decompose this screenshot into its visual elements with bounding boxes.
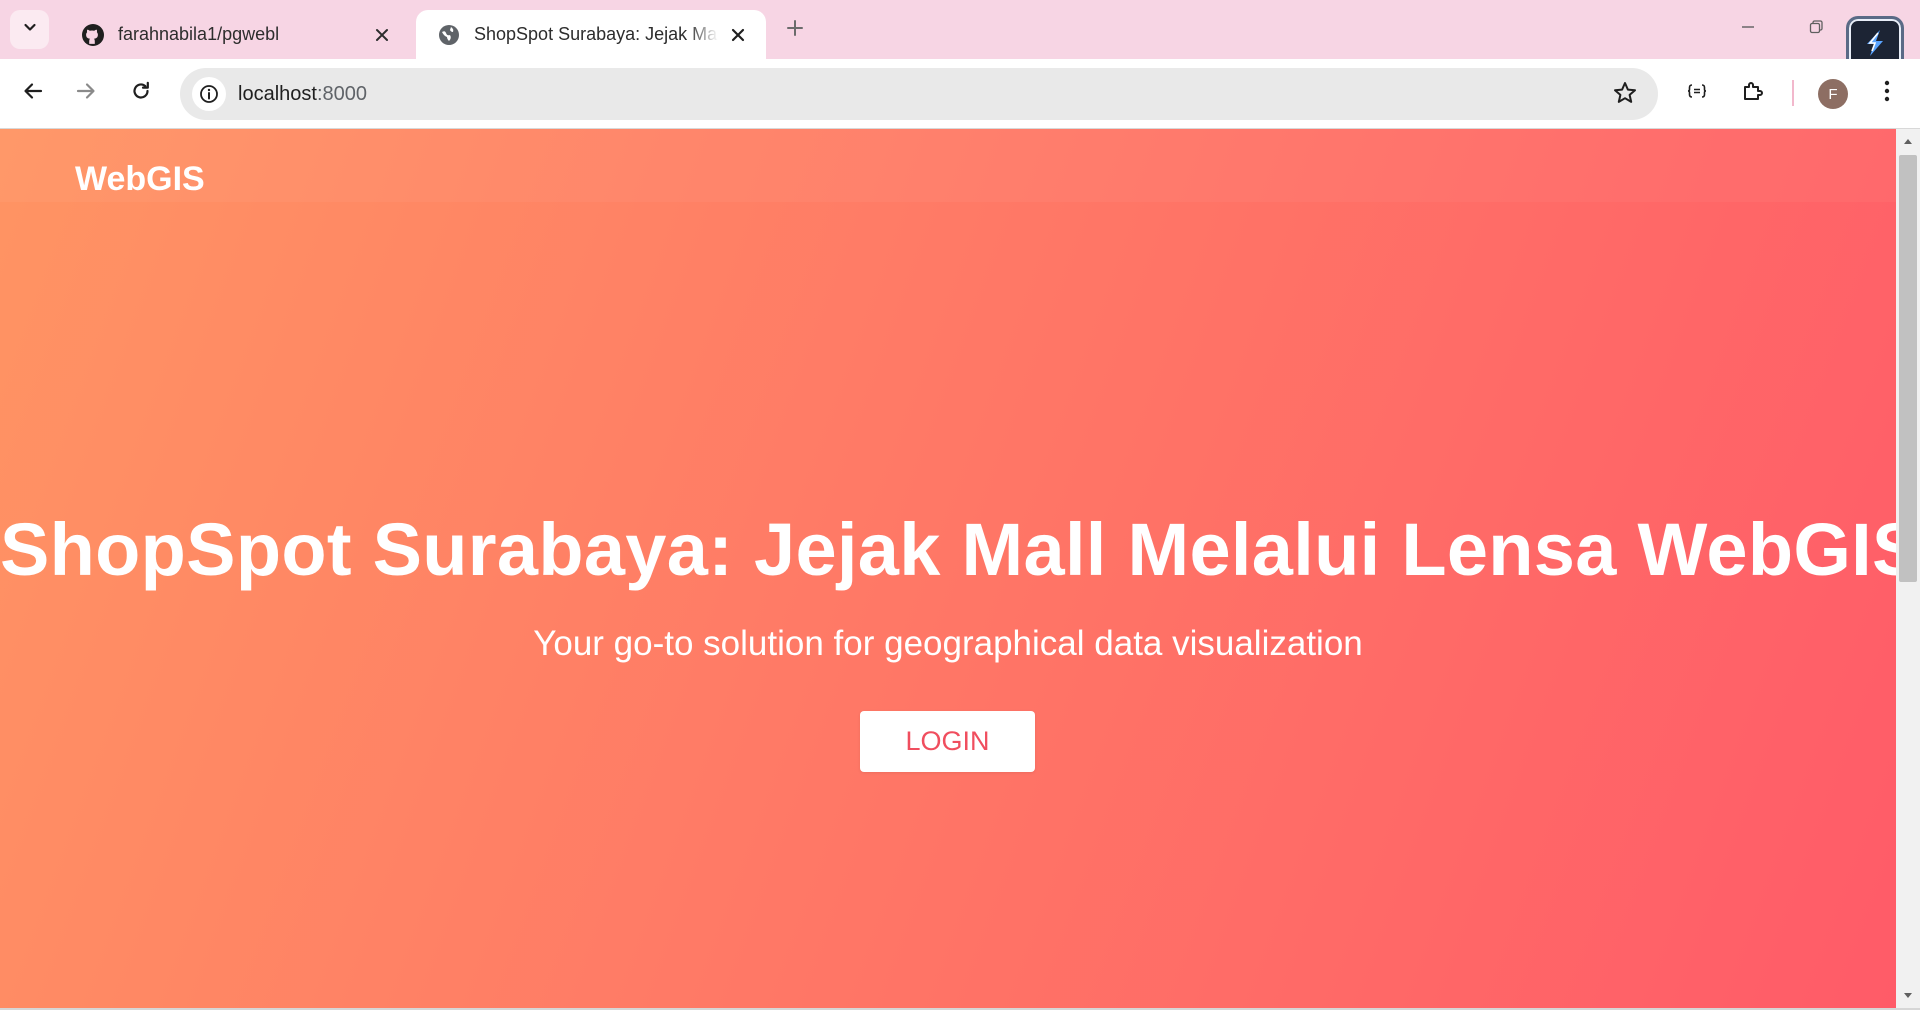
json-viewer-extension-button[interactable] [1676, 72, 1718, 114]
scroll-up-arrow-icon[interactable] [1896, 133, 1920, 149]
url-port: :8000 [316, 82, 367, 105]
new-tab-button[interactable] [780, 15, 810, 45]
scroll-down-arrow-icon[interactable] [1896, 988, 1920, 1004]
bookmark-star-icon[interactable] [1612, 80, 1638, 111]
url-host: localhost [238, 82, 317, 105]
tab-search-button[interactable] [10, 10, 49, 49]
restore-button[interactable] [1798, 14, 1834, 44]
extensions-button[interactable] [1732, 72, 1774, 114]
globe-icon [436, 22, 462, 48]
tab-title: farahnabila1/pgwebl [118, 24, 280, 44]
page-content: WebGIS ShopSpot Surabaya: Jejak Mall Mel… [0, 129, 1896, 1008]
minimize-button[interactable] [1730, 14, 1766, 44]
forward-button[interactable] [65, 72, 107, 114]
arrow-right-icon [75, 80, 97, 107]
minimize-icon [1740, 19, 1756, 40]
vertical-scrollbar[interactable] [1896, 129, 1920, 1008]
tab-title: ShopSpot Surabaya: Jejak Mall Melalui Le… [474, 24, 718, 44]
profile-avatar[interactable]: F [1818, 79, 1848, 109]
toolbar-divider [1792, 80, 1794, 106]
close-tab-icon[interactable] [726, 23, 750, 47]
hero-subtitle: Your go-to solution for geographical dat… [533, 624, 1363, 663]
back-button[interactable] [12, 72, 54, 114]
braces-icon [1686, 83, 1708, 104]
kebab-menu-icon [1884, 80, 1890, 107]
site-navbar: WebGIS [0, 129, 1896, 202]
browser-toolbar: localhost:8000 F [0, 59, 1920, 129]
reload-icon [130, 80, 152, 107]
hero-title: ShopSpot Surabaya: Jejak Mall Melalui Le… [0, 508, 1896, 591]
scroll-thumb[interactable] [1899, 155, 1917, 582]
close-tab-icon[interactable] [370, 23, 394, 47]
brand-link[interactable]: WebGIS [75, 160, 205, 199]
browser-menu-button[interactable] [1866, 72, 1908, 114]
chevron-down-icon [22, 19, 38, 40]
github-icon [80, 22, 106, 48]
reload-button[interactable] [120, 72, 162, 114]
url-text: localhost:8000 [238, 83, 367, 106]
plus-icon [786, 19, 804, 42]
login-button[interactable]: LOGIN [860, 711, 1035, 772]
tab-github[interactable]: farahnabila1/pgwebl [60, 10, 410, 59]
site-info-icon[interactable] [192, 77, 226, 111]
puzzle-icon [1741, 79, 1765, 108]
restore-icon [1808, 19, 1824, 40]
tab-strip: farahnabila1/pgwebl ShopSpot Surabaya: J… [0, 0, 1920, 74]
address-bar[interactable]: localhost:8000 [180, 68, 1658, 120]
lightning-icon [1859, 27, 1891, 64]
arrow-left-icon [22, 80, 44, 107]
tab-shopspot[interactable]: ShopSpot Surabaya: Jejak Mall Melalui Le… [416, 10, 766, 59]
